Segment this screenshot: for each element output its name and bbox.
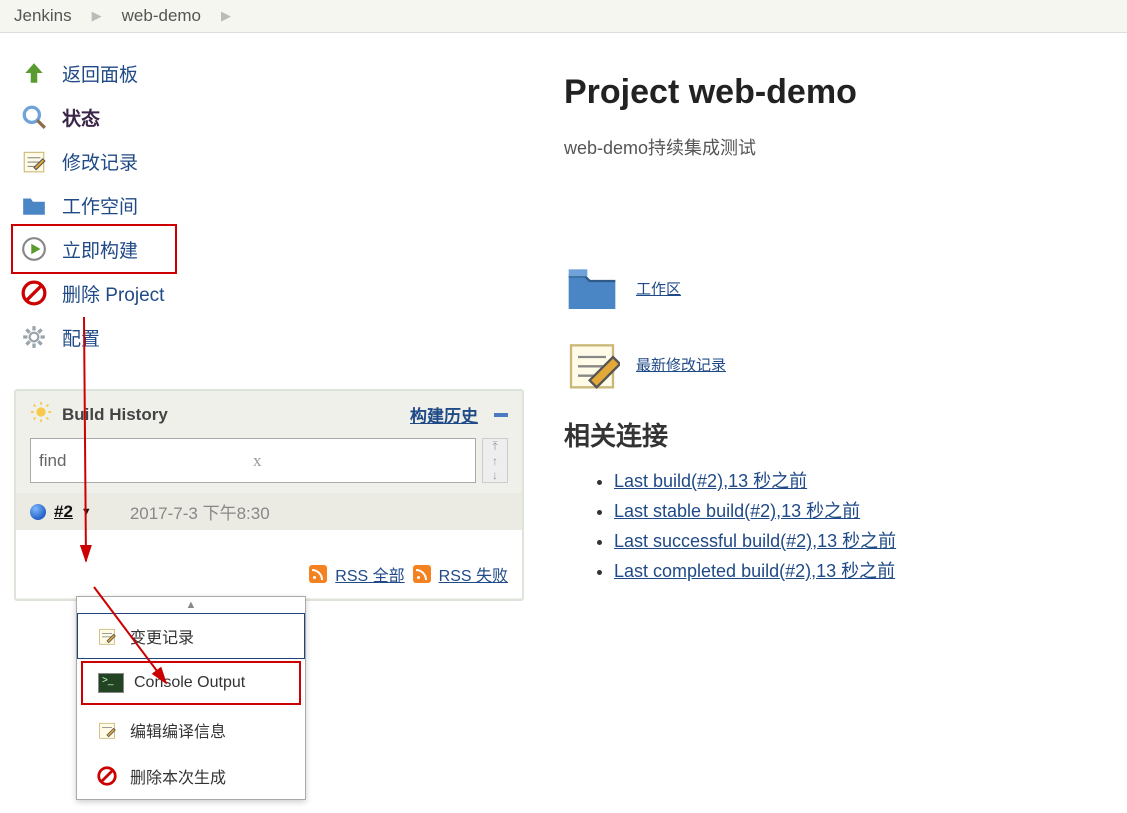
menu-label: 变更记录 [130, 624, 194, 648]
nav-label: 配置 [62, 324, 100, 351]
chevron-down-icon[interactable]: ▼ [81, 506, 92, 518]
related-link[interactable]: Last successful build(#2),13 秒之前 [614, 531, 896, 551]
notepad-icon [94, 719, 120, 741]
nav-label: 删除 Project [62, 280, 164, 307]
rss-row: RSS 全部 RSS 失败 [16, 550, 522, 598]
menu-edit-build-info[interactable]: 编辑编译信息 [77, 707, 305, 753]
forbid-icon [20, 279, 48, 307]
clear-icon[interactable]: x [253, 451, 467, 471]
chevron-right-icon: ▶ [92, 8, 102, 24]
nav-label: 工作空间 [62, 192, 138, 219]
related-links-list: Last build(#2),13 秒之前 Last stable build(… [614, 467, 1117, 583]
rss-all-link[interactable]: RSS 全部 [335, 562, 404, 586]
folder-icon [20, 191, 48, 219]
workspace-link[interactable]: 工作区 [636, 278, 681, 299]
build-date: 2017-7-3 下午8:30 [130, 499, 270, 524]
nav-configure[interactable]: 配置 [14, 315, 526, 359]
nav-label: 状态 [62, 104, 100, 131]
nav-label: 修改记录 [62, 148, 138, 175]
build-number[interactable]: #2 [54, 502, 73, 522]
menu-delete-build[interactable]: 删除本次生成 [77, 753, 305, 799]
nav-delete-project[interactable]: 删除 Project [14, 271, 526, 315]
history-trend-link[interactable]: 构建历史 [410, 402, 478, 427]
nav-workspace[interactable]: 工作空间 [14, 183, 526, 227]
workspace-link-row[interactable]: 工作区 [564, 260, 1117, 316]
terminal-icon [98, 672, 124, 694]
build-history-panel: Build History 构建历史 find x ⤒ ↑ ↓ #2 ▼ [14, 389, 524, 601]
search-value: find [39, 451, 253, 471]
menu-console-output[interactable]: Console Output [81, 661, 301, 705]
related-link[interactable]: Last stable build(#2),13 秒之前 [614, 501, 860, 521]
nav-back-to-dashboard[interactable]: 返回面板 [14, 51, 526, 95]
rss-failed-link[interactable]: RSS 失败 [439, 562, 508, 586]
page-title: Project web-demo [564, 73, 1117, 112]
arrow-up-icon [20, 59, 48, 87]
scroll-up-icon[interactable]: ↑ [492, 454, 498, 468]
clock-play-icon [20, 235, 48, 263]
sun-icon [30, 401, 52, 428]
history-search-input[interactable]: find x [30, 438, 476, 483]
notepad-icon [20, 147, 48, 175]
nav-changes[interactable]: 修改记录 [14, 139, 526, 183]
rss-icon [309, 565, 327, 583]
breadcrumb-project[interactable]: web-demo [122, 6, 201, 26]
rss-icon [413, 565, 431, 583]
menu-label: Console Output [134, 674, 245, 692]
list-item: Last successful build(#2),13 秒之前 [614, 527, 1117, 553]
list-item: Last completed build(#2),13 秒之前 [614, 557, 1117, 583]
nav-build-now[interactable]: 立即构建 [14, 227, 174, 271]
menu-label: 删除本次生成 [130, 764, 226, 788]
scroll-top-icon[interactable]: ⤒ [492, 439, 497, 454]
gear-icon [20, 323, 48, 351]
trend-scroll[interactable]: ⤒ ↑ ↓ [482, 438, 508, 483]
list-item: Last stable build(#2),13 秒之前 [614, 497, 1117, 523]
chevron-right-icon: ▶ [221, 8, 231, 24]
scroll-down-icon[interactable]: ↓ [492, 468, 498, 482]
breadcrumb: Jenkins ▶ web-demo ▶ [0, 0, 1127, 33]
menu-label: 编辑编译信息 [130, 718, 226, 742]
related-link[interactable]: Last build(#2),13 秒之前 [614, 471, 807, 491]
related-link[interactable]: Last completed build(#2),13 秒之前 [614, 561, 895, 581]
folder-icon [564, 260, 620, 316]
list-item: Last build(#2),13 秒之前 [614, 467, 1117, 493]
notepad-icon [564, 336, 620, 392]
changes-link-row[interactable]: 最新修改记录 [564, 336, 1117, 392]
build-context-menu: ▲ 变更记录 Console Output 编辑编译信息 删除本次生成 [76, 596, 306, 800]
collapse-icon[interactable] [494, 413, 508, 417]
related-links-heading: 相关连接 [564, 416, 1117, 453]
nav-label: 返回面板 [62, 60, 138, 87]
recent-changes-link[interactable]: 最新修改记录 [636, 354, 726, 375]
search-icon [20, 103, 48, 131]
project-description: web-demo持续集成测试 [564, 134, 1117, 160]
nav-label: 立即构建 [62, 236, 138, 263]
breadcrumb-root[interactable]: Jenkins [14, 6, 72, 26]
scroll-up-icon[interactable]: ▲ [77, 597, 305, 613]
menu-changes[interactable]: 变更记录 [77, 613, 305, 659]
history-title: Build History [62, 405, 168, 425]
build-row[interactable] [16, 530, 522, 550]
nav-status[interactable]: 状态 [14, 95, 526, 139]
build-row[interactable]: #2 ▼ 2017-7-3 下午8:30 [16, 493, 522, 530]
notepad-icon [94, 625, 120, 647]
status-ball-icon [30, 504, 46, 520]
